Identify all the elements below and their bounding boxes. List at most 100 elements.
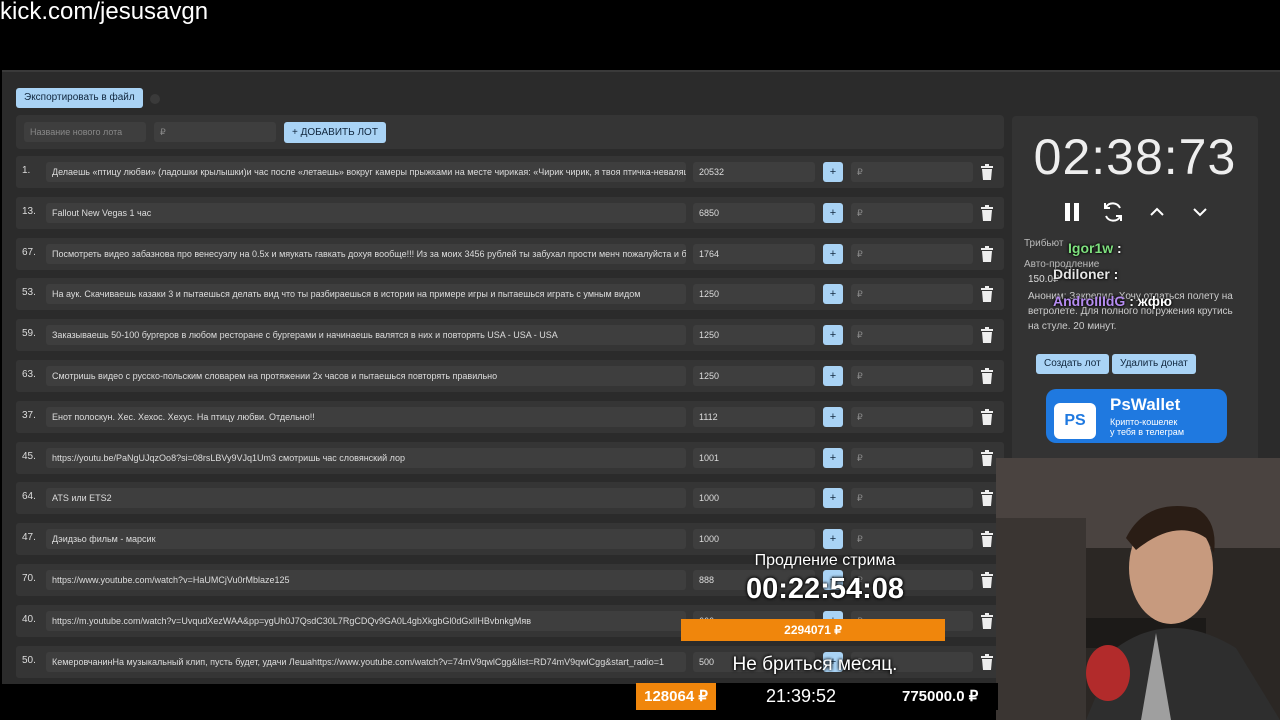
add-to-lot-button[interactable]: + bbox=[823, 325, 843, 346]
lot-title-field[interactable]: Посмотреть видео забазнова про венесуэлу… bbox=[46, 243, 686, 264]
lot-row: 67. Посмотреть видео забазнова про венесу… bbox=[16, 237, 1004, 270]
lot-number: 40. bbox=[22, 613, 36, 625]
trash-icon[interactable] bbox=[980, 408, 994, 425]
delete-donation-button[interactable]: Удалить донат bbox=[1112, 354, 1196, 374]
trash-icon[interactable] bbox=[980, 612, 994, 629]
lot-row: 53. На аук. Скачиваешь казаки 3 и пытаешь… bbox=[16, 278, 1004, 311]
lot-row: 63. Смотришь видео с русско-польским слов… bbox=[16, 359, 1004, 392]
trash-icon[interactable] bbox=[980, 245, 994, 262]
add-to-lot-button[interactable]: + bbox=[823, 406, 843, 427]
add-to-lot-button[interactable]: + bbox=[823, 162, 843, 182]
reset-icon[interactable] bbox=[1101, 200, 1125, 224]
chat-message: AndroIIIdG : жфю bbox=[1053, 293, 1172, 309]
chevron-down-icon[interactable] bbox=[1188, 200, 1212, 224]
lot-number: 70. bbox=[22, 572, 36, 584]
add-to-lot-button[interactable]: + bbox=[823, 202, 843, 223]
lot-row: 64. ATS или ETS2 1000 + bbox=[16, 482, 1004, 515]
add-to-lot-button[interactable]: + bbox=[823, 243, 843, 264]
chat-text: : bbox=[1109, 266, 1119, 282]
add-to-lot-button[interactable]: + bbox=[823, 365, 843, 386]
add-to-lot-button[interactable]: + bbox=[823, 488, 843, 509]
lot-title-field[interactable]: https://www.youtube.com/watch?v=HaUMCjVu… bbox=[46, 569, 686, 590]
lot-title-field[interactable]: На аук. Скачиваешь казаки 3 и пытаешься … bbox=[46, 284, 686, 305]
trash-icon[interactable] bbox=[980, 531, 994, 548]
lot-number: 64. bbox=[22, 491, 36, 503]
chat-message: Ddiloner : bbox=[1053, 266, 1118, 282]
trash-icon[interactable] bbox=[980, 164, 994, 180]
lot-add-amount-input[interactable] bbox=[851, 365, 973, 386]
lot-row: 37. Енот полоскун. Хес. Хехос. Хехус. На … bbox=[16, 400, 1004, 433]
lot-add-amount-input[interactable] bbox=[851, 243, 973, 264]
new-lot-price-input[interactable] bbox=[154, 122, 276, 142]
lot-number: 59. bbox=[22, 328, 36, 340]
trash-icon[interactable] bbox=[980, 449, 994, 466]
stream-url: kick.com/jesusavgn bbox=[0, 0, 209, 25]
chat-user: AndroIIIdG bbox=[1053, 293, 1126, 309]
lot-number: 13. bbox=[22, 205, 36, 217]
lot-amount-field[interactable]: 1000 bbox=[693, 529, 815, 550]
lot-title-field[interactable]: https://m.youtube.com/watch?v=UvqudXezWA… bbox=[46, 610, 686, 631]
trash-icon[interactable] bbox=[980, 327, 994, 344]
lot-amount-field[interactable]: 1250 bbox=[693, 325, 815, 346]
chevron-up-icon[interactable] bbox=[1145, 200, 1169, 224]
trash-icon[interactable] bbox=[980, 571, 994, 588]
trash-icon[interactable] bbox=[980, 490, 994, 507]
lot-amount-field[interactable]: 6850 bbox=[693, 202, 815, 223]
lot-number: 47. bbox=[22, 532, 36, 544]
chat-text: : жфю bbox=[1125, 293, 1172, 309]
extension-label: Продление стрима bbox=[754, 552, 896, 569]
lot-title-field[interactable]: Смотришь видео с русско-польским словаре… bbox=[46, 365, 686, 386]
clock: 21:39:52 bbox=[766, 686, 837, 706]
webcam-feed bbox=[996, 458, 1280, 720]
pswallet-logo: PS bbox=[1054, 403, 1096, 439]
lot-row: 13. Fallout New Vegas 1 час 6850 + bbox=[16, 196, 1004, 229]
lot-title-field[interactable]: Дэидзьо фильм - марсик bbox=[46, 529, 686, 550]
lot-add-amount-input[interactable] bbox=[851, 202, 973, 223]
new-lot-name-input[interactable] bbox=[24, 122, 146, 142]
lot-title-field[interactable]: Делаешь «птицу любви» (ладошки крылышки)… bbox=[46, 162, 686, 182]
lot-add-amount-input[interactable] bbox=[851, 162, 973, 182]
trash-icon[interactable] bbox=[980, 367, 994, 384]
lot-amount-field[interactable]: 1000 bbox=[693, 488, 815, 509]
streamer-image bbox=[996, 458, 1280, 720]
add-to-lot-button[interactable]: + bbox=[823, 447, 843, 468]
chat-message: Igor1w : bbox=[1068, 240, 1122, 256]
trash-icon[interactable] bbox=[980, 653, 994, 670]
add-to-lot-button[interactable]: + bbox=[823, 529, 843, 550]
lot-add-amount-input[interactable] bbox=[851, 447, 973, 468]
lot-title-field[interactable]: Fallout New Vegas 1 час bbox=[46, 202, 686, 223]
new-lot-bar: + ДОБАВИТЬ ЛОТ bbox=[16, 115, 1004, 149]
lot-amount-field[interactable]: 1250 bbox=[693, 365, 815, 386]
chat-user: Ddiloner bbox=[1053, 266, 1110, 282]
create-lot-button[interactable]: Создать лот bbox=[1036, 354, 1109, 374]
lot-row: 1. Делаешь «птицу любви» (ладошки крылышк… bbox=[16, 156, 1004, 188]
pswallet-name: PsWallet bbox=[1110, 395, 1181, 414]
extension-timer: 00:22:54:08 bbox=[746, 573, 904, 605]
lot-amount-field[interactable]: 1112 bbox=[693, 406, 815, 427]
add-lot-button[interactable]: + ДОБАВИТЬ ЛОТ bbox=[284, 122, 386, 143]
lot-amount-field[interactable]: 1764 bbox=[693, 243, 815, 264]
lot-title-field[interactable]: КемеровчанинНа музыкальный клип, пусть б… bbox=[46, 651, 686, 672]
lot-amount-field[interactable]: 1001 bbox=[693, 447, 815, 468]
goal-amount: 775000.0 ₽ bbox=[902, 688, 979, 705]
add-to-lot-button[interactable]: + bbox=[823, 284, 843, 305]
pswallet-tagline-2: у тебя в телеграм bbox=[1110, 427, 1185, 437]
lot-add-amount-input[interactable] bbox=[851, 529, 973, 550]
lot-number: 37. bbox=[22, 409, 36, 421]
lot-title-field[interactable]: Енот полоскун. Хес. Хехос. Хехус. На пти… bbox=[46, 406, 686, 427]
pswallet-tagline: Крипто-кошелек у тебя в телеграм bbox=[1110, 417, 1184, 437]
lot-add-amount-input[interactable] bbox=[851, 284, 973, 305]
lot-amount-field[interactable]: 1250 bbox=[693, 284, 815, 305]
lot-add-amount-input[interactable] bbox=[851, 325, 973, 346]
lot-title-field[interactable]: ATS или ETS2 bbox=[46, 488, 686, 509]
lot-title-field[interactable]: Заказываешь 50-100 бургеров в любом рест… bbox=[46, 325, 686, 346]
trash-icon[interactable] bbox=[980, 204, 994, 221]
lot-add-amount-input[interactable] bbox=[851, 488, 973, 509]
chat-text: : bbox=[1113, 240, 1122, 256]
lot-amount-field[interactable]: 20532 bbox=[693, 162, 815, 182]
lot-title-field[interactable]: https://youtu.be/PaNgUJqzOo8?si=08rsLBVy… bbox=[46, 447, 686, 468]
lot-add-amount-input[interactable] bbox=[851, 406, 973, 427]
trash-icon[interactable] bbox=[980, 286, 994, 303]
pause-icon[interactable] bbox=[1060, 200, 1084, 224]
export-button[interactable]: Экспортировать в файл bbox=[16, 88, 143, 108]
